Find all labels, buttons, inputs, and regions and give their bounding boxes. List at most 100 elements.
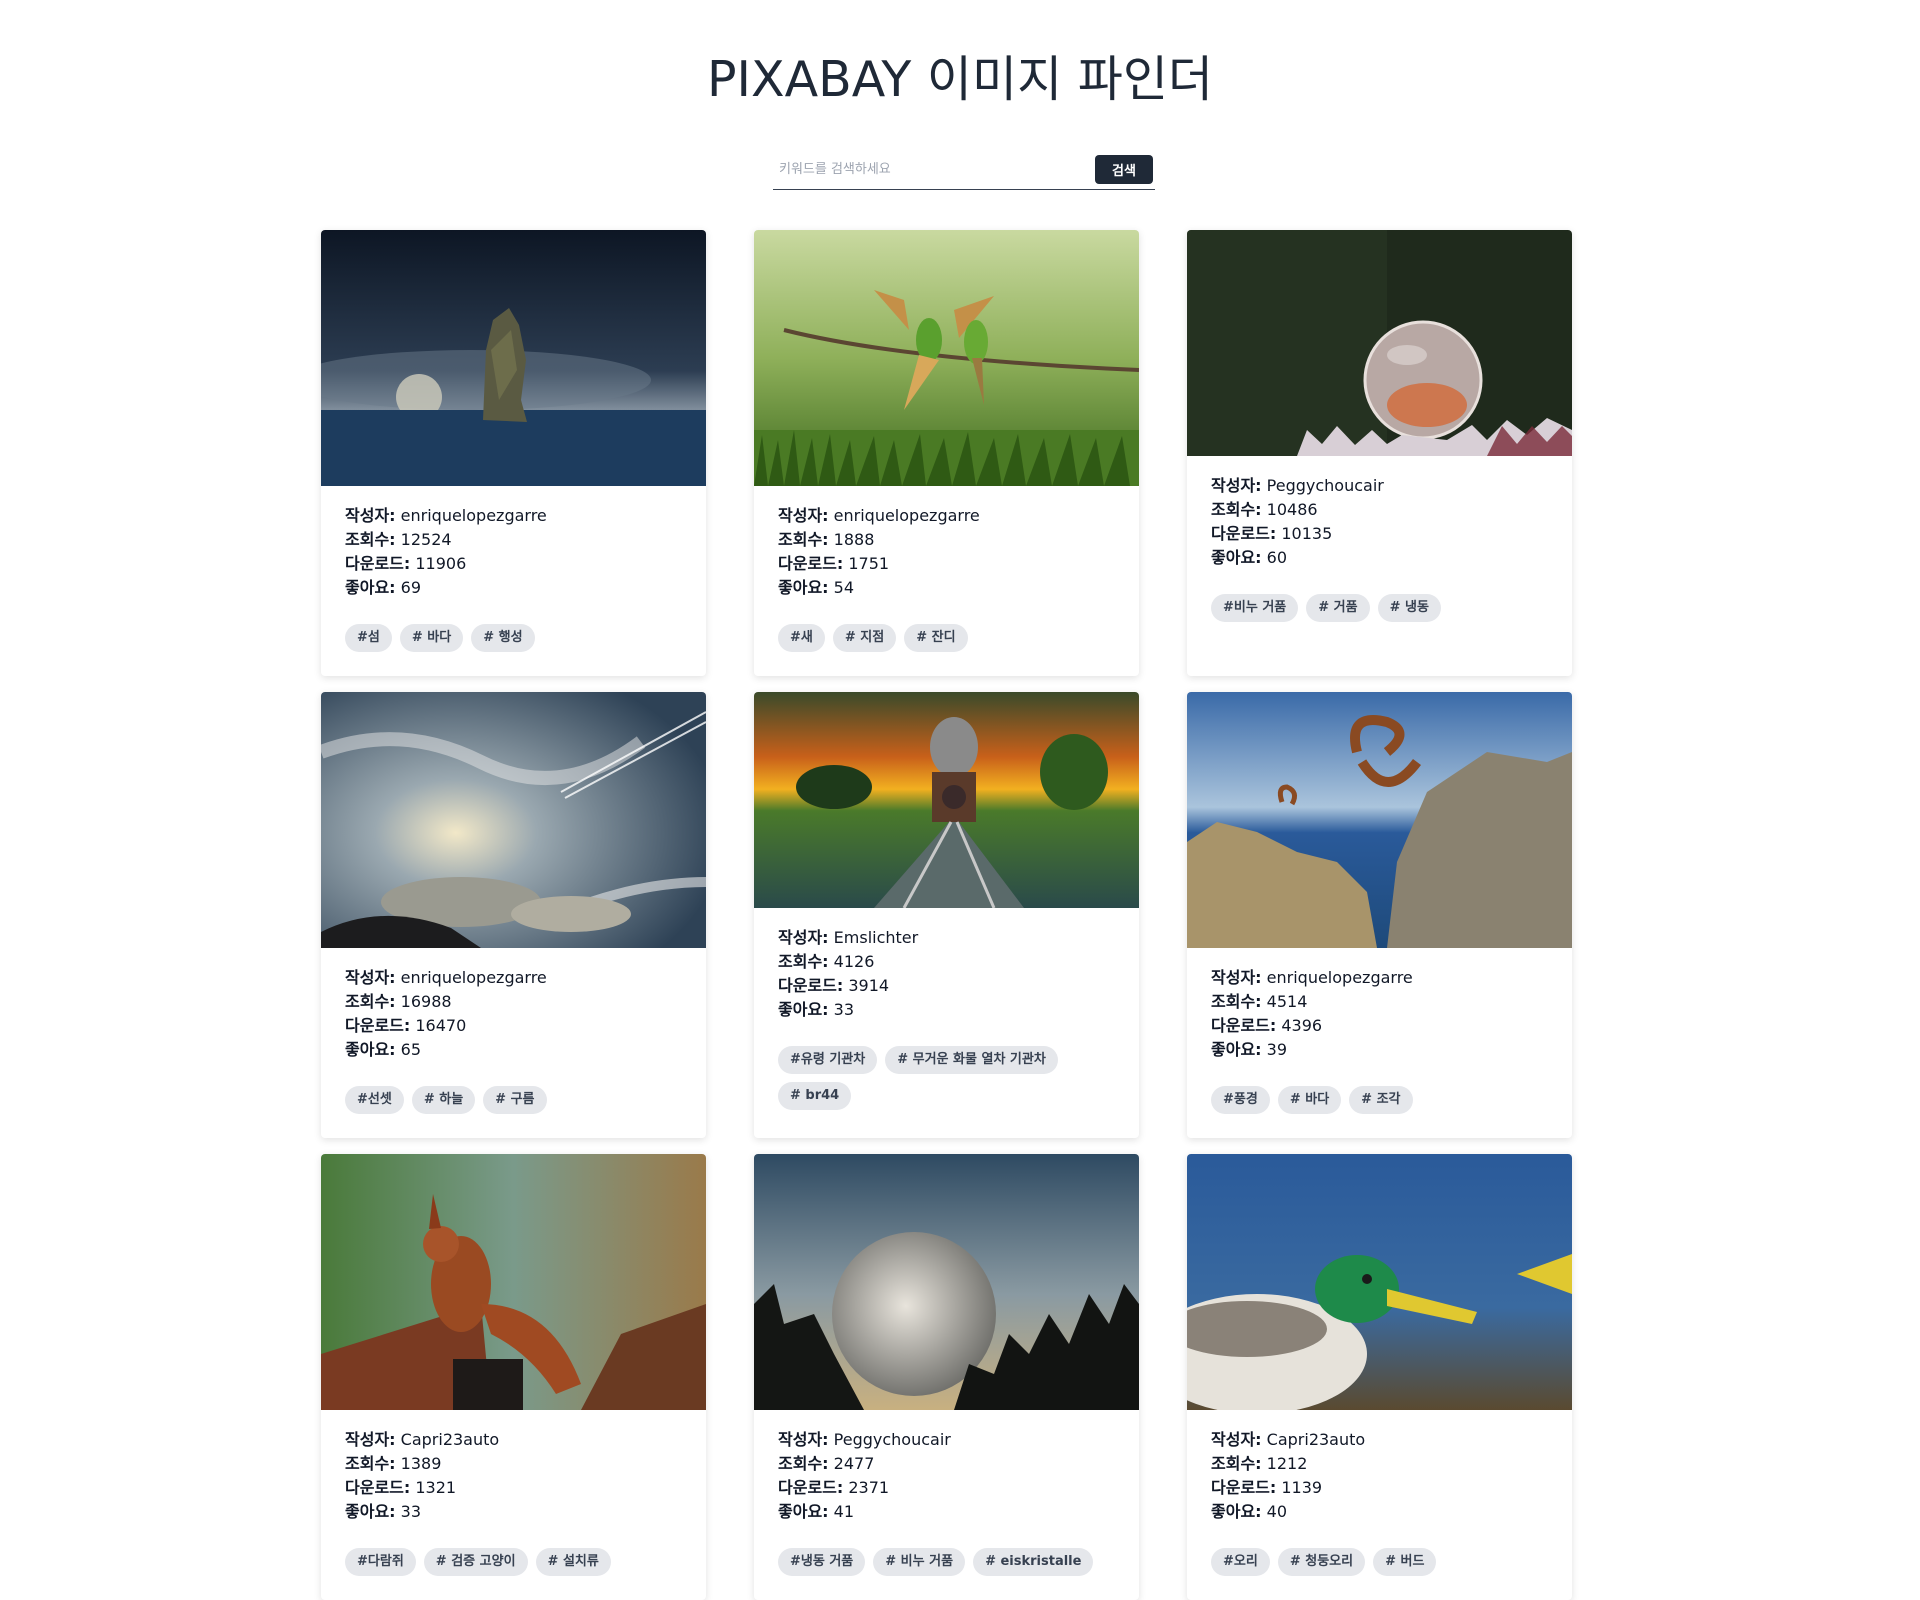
card-info: 작성자: enriquelopezgarre 조회수: 12524 다운로드: … xyxy=(321,486,706,600)
card-info: 작성자: Capri23auto 조회수: 1389 다운로드: 1321 좋아… xyxy=(321,1410,706,1524)
author-value: enriquelopezgarre xyxy=(400,968,547,987)
likes-label: 좋아요: xyxy=(345,1502,396,1521)
tag-list: #섬 # 바다 # 행성 xyxy=(321,600,706,652)
tag[interactable]: #유령 기관차 xyxy=(778,1046,878,1074)
views-label: 조회수: xyxy=(1211,500,1262,519)
tag-list: #풍경 # 바다 # 조각 xyxy=(1187,1062,1572,1114)
downloads-label: 다운로드: xyxy=(778,1478,844,1497)
tag[interactable]: # br44 xyxy=(778,1082,852,1110)
tag[interactable]: #오리 xyxy=(1211,1548,1270,1576)
card-image xyxy=(321,692,706,948)
author-label: 작성자: xyxy=(778,506,829,525)
image-grid: 작성자: enriquelopezgarre 조회수: 12524 다운로드: … xyxy=(321,230,1572,1600)
card-info: 작성자: Capri23auto 조회수: 1212 다운로드: 1139 좋아… xyxy=(1187,1410,1572,1524)
image-card[interactable]: 작성자: Emslichter 조회수: 4126 다운로드: 3914 좋아요… xyxy=(754,692,1139,1138)
tag[interactable]: # 바다 xyxy=(399,624,464,652)
downloads-label: 다운로드: xyxy=(345,1478,411,1497)
views-value: 1212 xyxy=(1266,1454,1308,1473)
tag[interactable]: # 조각 xyxy=(1349,1086,1413,1114)
downloads-value: 1321 xyxy=(415,1478,457,1497)
downloads-label: 다운로드: xyxy=(1211,1016,1277,1035)
downloads-label: 다운로드: xyxy=(778,554,844,573)
card-info: 작성자: Peggychoucair 조회수: 10486 다운로드: 1013… xyxy=(1187,456,1572,570)
card-image xyxy=(754,1154,1139,1410)
tag[interactable]: #냉동 거품 xyxy=(778,1548,866,1576)
author-label: 작성자: xyxy=(778,928,829,947)
author-label: 작성자: xyxy=(345,968,396,987)
likes-value: 33 xyxy=(833,1000,855,1019)
tag-list: #선셋 # 하늘 # 구름 xyxy=(321,1062,706,1114)
tag[interactable]: # eiskristalle xyxy=(973,1548,1094,1576)
likes-label: 좋아요: xyxy=(1211,1502,1262,1521)
tag[interactable]: #섬 xyxy=(345,624,392,652)
views-value: 16988 xyxy=(400,992,452,1011)
card-image xyxy=(1187,692,1572,948)
views-label: 조회수: xyxy=(345,1454,396,1473)
views-label: 조회수: xyxy=(1211,992,1262,1011)
views-value: 4126 xyxy=(833,952,875,971)
tag[interactable]: # 설치류 xyxy=(535,1548,611,1576)
likes-value: 33 xyxy=(400,1502,422,1521)
card-image xyxy=(754,692,1139,908)
tag[interactable]: # 지점 xyxy=(832,624,897,652)
image-card[interactable]: 작성자: Capri23auto 조회수: 1212 다운로드: 1139 좋아… xyxy=(1187,1154,1572,1600)
tag[interactable]: # 잔디 xyxy=(904,624,968,652)
tag[interactable]: #선셋 xyxy=(345,1086,404,1114)
image-card[interactable]: 작성자: Peggychoucair 조회수: 10486 다운로드: 1013… xyxy=(1187,230,1572,676)
likes-value: 41 xyxy=(833,1502,855,1521)
card-info: 작성자: Peggychoucair 조회수: 2477 다운로드: 2371 … xyxy=(754,1410,1139,1524)
likes-label: 좋아요: xyxy=(345,1040,396,1059)
tag[interactable]: # 버드 xyxy=(1373,1548,1437,1576)
tag[interactable]: # 행성 xyxy=(471,624,535,652)
image-card[interactable]: 작성자: enriquelopezgarre 조회수: 1888 다운로드: 1… xyxy=(754,230,1139,676)
tag[interactable]: # 비누 거품 xyxy=(873,1548,966,1576)
search-input[interactable] xyxy=(773,154,1095,185)
tag-list: #다람쥐 # 검증 고양이 # 설치류 xyxy=(321,1524,706,1576)
downloads-value: 1751 xyxy=(848,554,890,573)
likes-value: 39 xyxy=(1266,1040,1288,1059)
likes-label: 좋아요: xyxy=(1211,548,1262,567)
image-card[interactable]: 작성자: enriquelopezgarre 조회수: 16988 다운로드: … xyxy=(321,692,706,1138)
downloads-value: 16470 xyxy=(415,1016,467,1035)
tag[interactable]: #비누 거품 xyxy=(1211,594,1299,622)
likes-label: 좋아요: xyxy=(345,578,396,597)
card-image xyxy=(321,230,706,486)
image-card[interactable]: 작성자: enriquelopezgarre 조회수: 4514 다운로드: 4… xyxy=(1187,692,1572,1138)
tag[interactable]: #다람쥐 xyxy=(345,1548,416,1576)
image-card[interactable]: 작성자: Capri23auto 조회수: 1389 다운로드: 1321 좋아… xyxy=(321,1154,706,1600)
tag[interactable]: # 바다 xyxy=(1277,1086,1342,1114)
downloads-label: 다운로드: xyxy=(345,1016,411,1035)
tag-list: #새 # 지점 # 잔디 xyxy=(754,600,1139,652)
tag-list: #냉동 거품 # 비누 거품 # eiskristalle xyxy=(754,1524,1139,1576)
author-value: enriquelopezgarre xyxy=(1266,968,1413,987)
card-image xyxy=(321,1154,706,1410)
likes-value: 54 xyxy=(833,578,855,597)
card-info: 작성자: enriquelopezgarre 조회수: 1888 다운로드: 1… xyxy=(754,486,1139,600)
likes-label: 좋아요: xyxy=(1211,1040,1262,1059)
likes-label: 좋아요: xyxy=(778,578,829,597)
image-card[interactable]: 작성자: Peggychoucair 조회수: 2477 다운로드: 2371 … xyxy=(754,1154,1139,1600)
author-label: 작성자: xyxy=(1211,1430,1262,1449)
author-value: Capri23auto xyxy=(400,1430,500,1449)
views-label: 조회수: xyxy=(1211,1454,1262,1473)
views-label: 조회수: xyxy=(778,530,829,549)
tag[interactable]: #풍경 xyxy=(1211,1086,1270,1114)
author-value: Peggychoucair xyxy=(833,1430,951,1449)
downloads-label: 다운로드: xyxy=(1211,1478,1277,1497)
tag[interactable]: # 냉동 xyxy=(1377,594,1441,622)
downloads-value: 2371 xyxy=(848,1478,890,1497)
image-card[interactable]: 작성자: enriquelopezgarre 조회수: 12524 다운로드: … xyxy=(321,230,706,676)
downloads-value: 1139 xyxy=(1281,1478,1323,1497)
tag[interactable]: # 청둥오리 xyxy=(1277,1548,1366,1576)
views-label: 조회수: xyxy=(778,952,829,971)
tag[interactable]: # 무거운 화물 열차 기관차 xyxy=(885,1046,1058,1074)
search-button[interactable]: 검색 xyxy=(1095,155,1153,184)
views-value: 1888 xyxy=(833,530,875,549)
tag[interactable]: # 구름 xyxy=(483,1086,547,1114)
tag[interactable]: # 하늘 xyxy=(411,1086,476,1114)
tag[interactable]: # 검증 고양이 xyxy=(423,1548,528,1576)
tag[interactable]: #새 xyxy=(778,624,825,652)
card-image xyxy=(1187,1154,1572,1410)
tag[interactable]: # 거품 xyxy=(1306,594,1370,622)
card-info: 작성자: Emslichter 조회수: 4126 다운로드: 3914 좋아요… xyxy=(754,908,1139,1022)
